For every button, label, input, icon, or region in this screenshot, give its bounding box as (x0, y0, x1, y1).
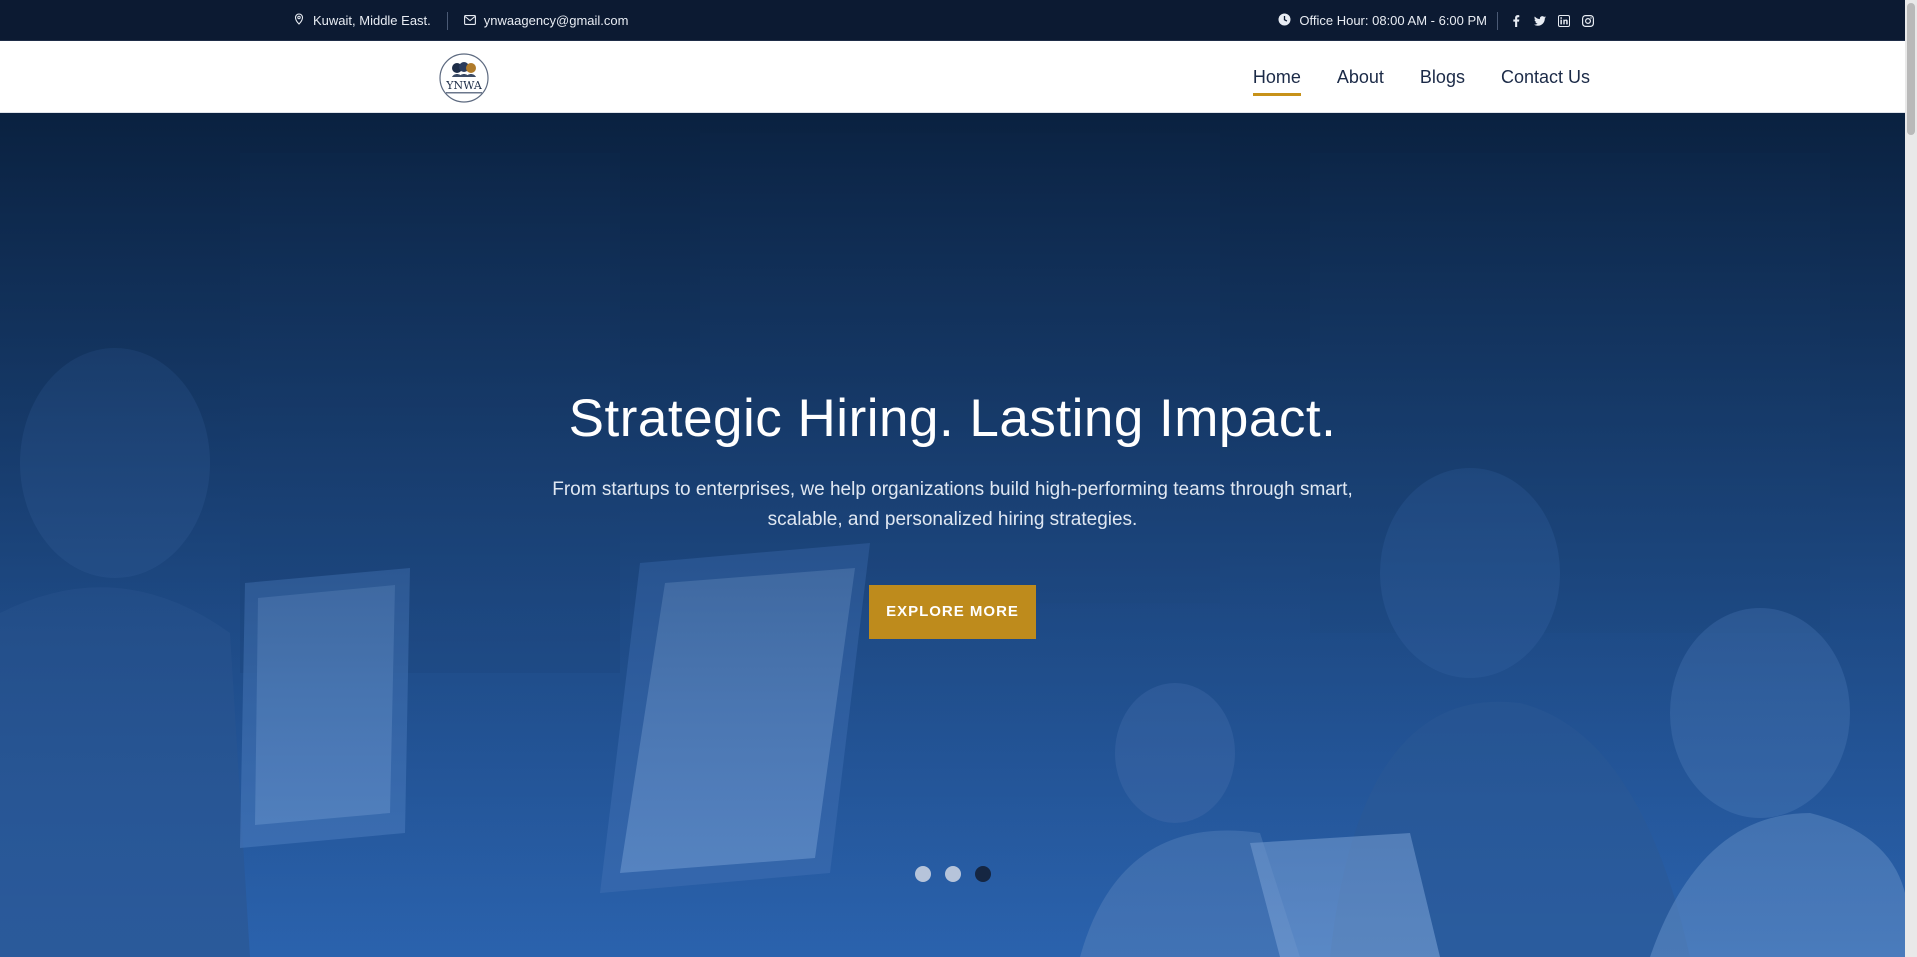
page-scrollbar[interactable] (1905, 0, 1917, 957)
hero-subtitle: From startups to enterprises, we help or… (552, 479, 1353, 530)
nav-home[interactable]: Home (1252, 63, 1301, 96)
main-navbar: YNWA Home About Blogs Contact Us (0, 41, 1905, 113)
slider-dot-3[interactable] (974, 866, 991, 882)
divider (1497, 11, 1498, 30)
nav-blogs[interactable]: Blogs (1420, 63, 1465, 92)
social-links (1510, 14, 1594, 27)
slider-dot-1[interactable] (914, 866, 931, 882)
slider-dots (0, 866, 1905, 882)
primary-nav: Home About Blogs Contact Us (1252, 41, 1590, 113)
office-hours-item: Office Hour: 08:00 AM - 6:00 PM (1278, 13, 1487, 29)
slider-dot-2[interactable] (944, 866, 961, 882)
twitter-icon[interactable] (1534, 15, 1546, 27)
clock-icon (1278, 13, 1291, 29)
location-item: Kuwait, Middle East. (293, 13, 431, 28)
hero-slider: Strategic Hiring. Lasting Impact. From s… (0, 113, 1905, 957)
explore-more-button[interactable]: EXPLORE MORE (869, 585, 1036, 639)
divider (446, 11, 448, 30)
mail-icon (463, 13, 476, 28)
nav-about[interactable]: About (1337, 63, 1384, 92)
office-hours-text: Office Hour: 08:00 AM - 6:00 PM (1299, 13, 1487, 28)
top-info-bar: Kuwait, Middle East. ynwaagency@gmail.co… (0, 0, 1905, 41)
hours-and-social: Office Hour: 08:00 AM - 6:00 PM (1278, 0, 1594, 41)
scrollbar-thumb[interactable] (1907, 3, 1915, 135)
logo-lettering: YNWA (445, 79, 483, 92)
contact-info: Kuwait, Middle East. ynwaagency@gmail.co… (293, 0, 628, 41)
hero-content: Strategic Hiring. Lasting Impact. From s… (0, 388, 1905, 639)
location-text: Kuwait, Middle East. (313, 13, 431, 28)
email-item[interactable]: ynwaagency@gmail.com (463, 13, 629, 28)
facebook-icon[interactable] (1510, 14, 1522, 27)
location-pin-icon (293, 13, 305, 28)
company-logo[interactable]: YNWA (437, 53, 491, 103)
linkedin-icon[interactable] (1558, 14, 1570, 27)
nav-contact-us[interactable]: Contact Us (1501, 63, 1590, 92)
hero-title: Strategic Hiring. Lasting Impact. (568, 389, 1337, 448)
email-link[interactable]: ynwaagency@gmail.com (484, 13, 629, 28)
instagram-icon[interactable] (1582, 14, 1594, 27)
